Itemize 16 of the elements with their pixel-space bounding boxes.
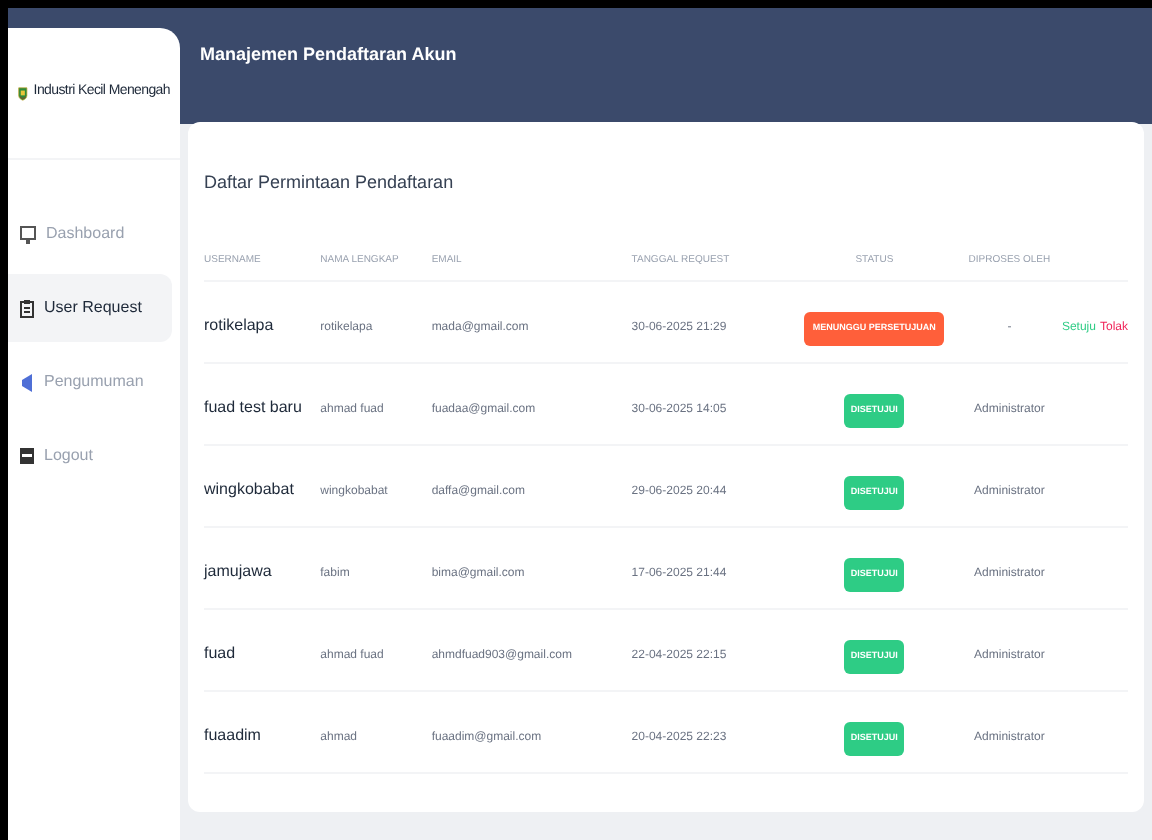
table-cell: rotikelapa [204, 316, 274, 334]
table-cell: wingkobabat [204, 480, 294, 498]
clipboard-icon [20, 299, 34, 317]
page-title: Manajemen Pendaftaran Akun [200, 44, 457, 64]
sidebar-item[interactable]: Logout [8, 422, 172, 490]
sidebar-item[interactable]: Pengumuman [8, 348, 172, 416]
sidebar-item[interactable]: User Request [8, 274, 172, 342]
table-cell: fuad test baru [204, 398, 302, 416]
table-cell: jamujawa [204, 562, 272, 580]
sidebar-item[interactable]: Dashboard [8, 200, 172, 268]
logout-icon [20, 448, 34, 464]
card-title: Daftar Permintaan Pendaftaran [204, 170, 456, 196]
monitor-icon [20, 225, 36, 243]
table-cell: fuad [204, 644, 236, 662]
table-cell: fuaadim [204, 726, 261, 744]
megaphone-icon [20, 373, 34, 391]
